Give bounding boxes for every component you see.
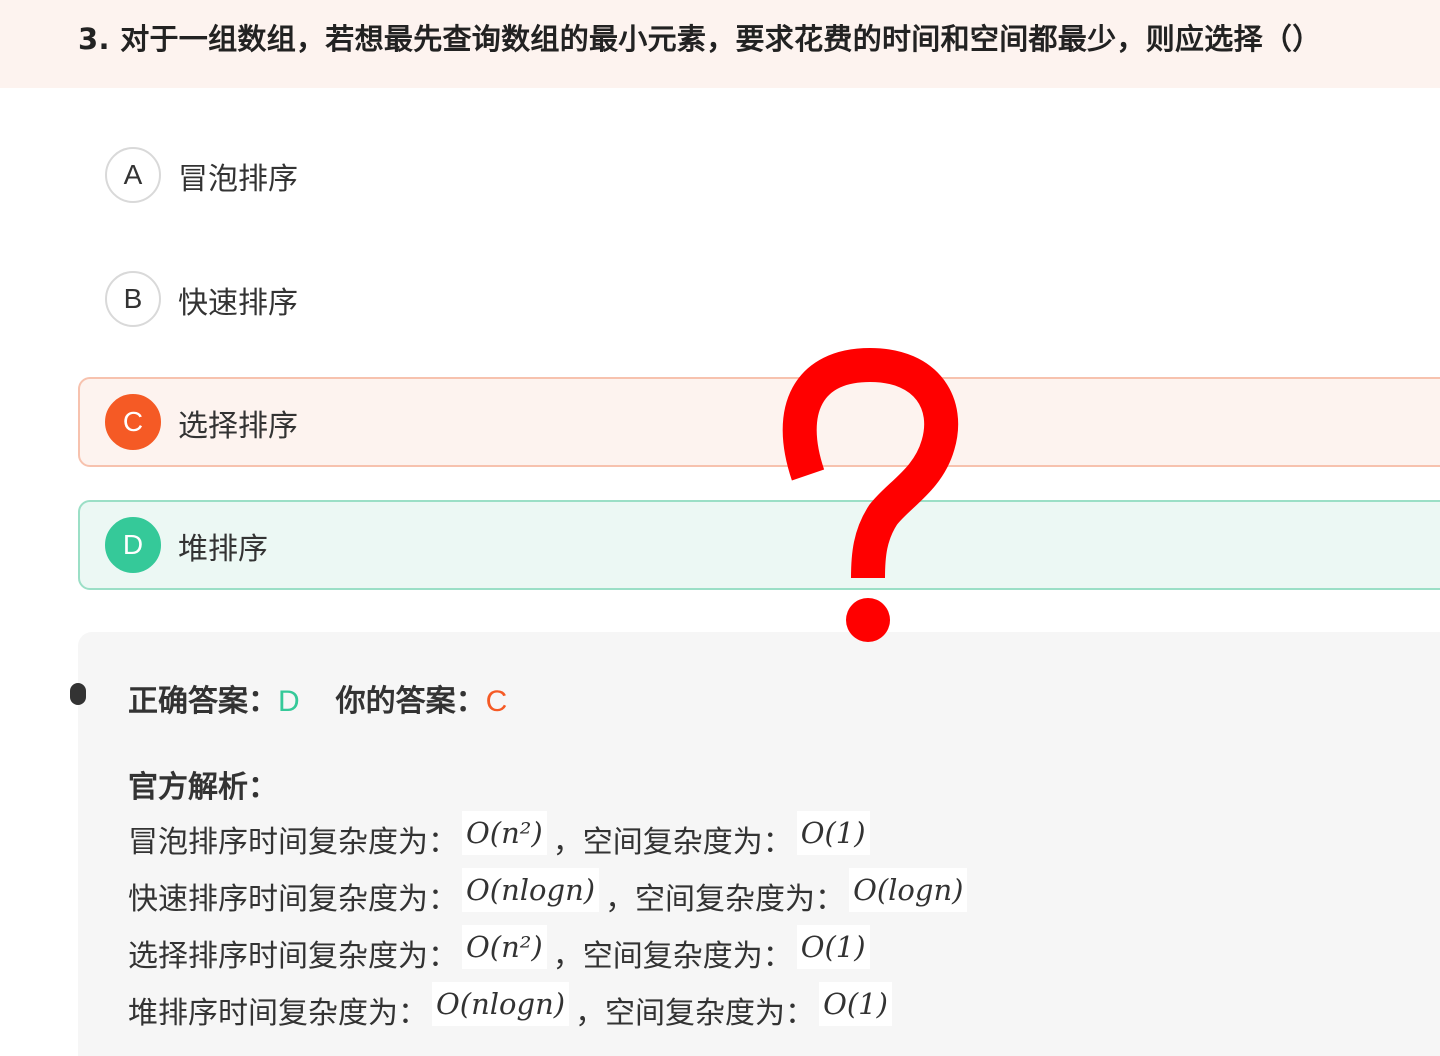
analysis-panel: 正确答案：D 你的答案：C 官方解析： 冒泡排序时间复杂度为： O(n²) ，空间复杂… xyxy=(70,632,1440,1056)
option-b[interactable]: B 快速排序 xyxy=(78,254,1440,344)
option-letter-badge: A xyxy=(105,147,161,203)
your-answer-value: C xyxy=(485,685,508,718)
space-complexity: O(1) xyxy=(796,810,870,855)
line-prefix: 快速排序时间复杂度为： xyxy=(128,881,458,917)
line-separator: ，空间复杂度为： xyxy=(552,824,793,860)
line-prefix: 堆排序时间复杂度为： xyxy=(128,995,428,1031)
your-answer-label: 你的答案： xyxy=(335,684,486,719)
line-prefix: 选择排序时间复杂度为： xyxy=(128,938,458,974)
option-letter-badge: D xyxy=(105,517,161,573)
correct-answer-value: D xyxy=(278,685,300,718)
option-label: 快速排序 xyxy=(178,286,298,321)
analysis-line: 堆排序时间复杂度为： O(nlogn) ，空间复杂度为： O(1) xyxy=(128,981,973,1038)
analysis-line: 选择排序时间复杂度为： O(n²) ，空间复杂度为： O(1) xyxy=(128,924,973,981)
space-complexity: O(1) xyxy=(796,924,870,969)
question-header: 3. 对于一组数组，若想最先查询数组的最小元素，要求花费的时间和空间都最少，则应… xyxy=(0,0,1440,88)
quiz-page: 3. 对于一组数组，若想最先查询数组的最小元素，要求花费的时间和空间都最少，则应… xyxy=(0,0,1440,1056)
analysis-lines: 冒泡排序时间复杂度为： O(n²) ，空间复杂度为： O(1) 快速排序时间复杂度为：… xyxy=(128,810,973,1038)
option-d-correct[interactable]: D 堆排序 xyxy=(78,500,1440,590)
analysis-line: 冒泡排序时间复杂度为： O(n²) ，空间复杂度为： O(1) xyxy=(128,810,973,867)
analysis-line: 快速排序时间复杂度为： O(nlogn) ，空间复杂度为： O(logn) xyxy=(128,867,973,924)
line-separator: ，空间复杂度为： xyxy=(552,938,793,974)
correct-answer-label: 正确答案： xyxy=(128,684,278,719)
option-c-selected-wrong[interactable]: C 选择排序 xyxy=(78,377,1440,467)
time-complexity: O(n²) xyxy=(462,810,547,855)
time-complexity: O(nlogn) xyxy=(462,867,600,912)
answer-summary: 正确答案：D 你的答案：C xyxy=(128,676,507,720)
option-label: 选择排序 xyxy=(178,409,298,444)
time-complexity: O(n²) xyxy=(462,924,547,969)
line-separator: ，空间复杂度为： xyxy=(575,995,816,1031)
option-a[interactable]: A 冒泡排序 xyxy=(78,130,1440,220)
option-label: 冒泡排序 xyxy=(178,162,298,197)
option-letter-badge: C xyxy=(105,394,161,450)
option-letter-badge: B xyxy=(105,271,161,327)
analysis-title: 官方解析： xyxy=(128,770,278,805)
space-complexity: O(1) xyxy=(819,981,892,1026)
option-label: 堆排序 xyxy=(178,532,268,567)
marker-dot xyxy=(70,683,86,705)
question-mark-icon xyxy=(782,348,959,642)
question-title: 3. 对于一组数组，若想最先查询数组的最小元素，要求花费的时间和空间都最少，则应… xyxy=(78,22,1322,56)
line-separator: ，空间复杂度为： xyxy=(605,881,846,917)
time-complexity: O(nlogn) xyxy=(432,981,570,1026)
space-complexity: O(logn) xyxy=(849,867,968,912)
line-prefix: 冒泡排序时间复杂度为： xyxy=(128,824,458,860)
